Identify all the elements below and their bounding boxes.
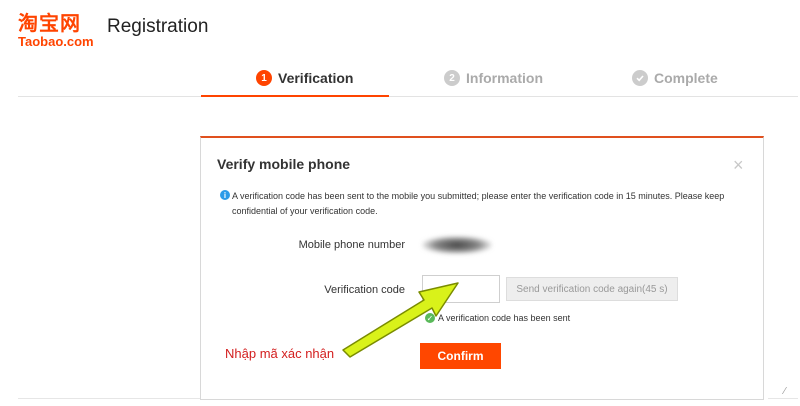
step-2-label: Information [466, 70, 543, 86]
send-code-again-button[interactable]: Send verification code again(45 s) [506, 277, 678, 301]
close-icon[interactable]: × [733, 156, 744, 174]
info-icon: i [220, 190, 230, 200]
phone-number-value-blurred [422, 236, 492, 254]
verification-code-input[interactable] [422, 275, 500, 303]
resize-corner-icon: ⁄ [784, 386, 786, 397]
logo-chinese-text: 淘宝网 [18, 11, 81, 35]
step-verification: 1 Verification [256, 70, 353, 86]
step-divider [18, 96, 798, 97]
confirm-button[interactable]: Confirm [420, 343, 501, 369]
step-1-number-icon: 1 [256, 70, 272, 86]
footer-divider-right [768, 398, 798, 399]
checkmark-icon [632, 70, 648, 86]
verification-code-label: Verification code [324, 284, 405, 296]
step-information: 2 Information [444, 70, 543, 86]
step-3-label: Complete [654, 70, 718, 86]
logo-english-text: Taobao.com [18, 34, 94, 49]
annotation-label: Nhập mã xác nhận [225, 346, 335, 361]
verification-notice: A verification code has been sent to the… [232, 191, 725, 216]
step-complete: Complete [632, 70, 718, 86]
success-check-icon: ✓ [425, 313, 435, 323]
dialog-title: Verify mobile phone [217, 156, 351, 172]
taobao-logo[interactable]: 淘宝网 Taobao.com [18, 12, 102, 49]
step-2-number-icon: 2 [444, 70, 460, 86]
active-step-indicator [201, 95, 389, 97]
page-title: Registration [107, 16, 209, 37]
step-1-label: Verification [278, 70, 354, 86]
footer-divider-left [18, 398, 200, 399]
phone-number-label: Mobile phone number [298, 239, 405, 251]
code-sent-message: A verification code has been sent [438, 313, 571, 323]
